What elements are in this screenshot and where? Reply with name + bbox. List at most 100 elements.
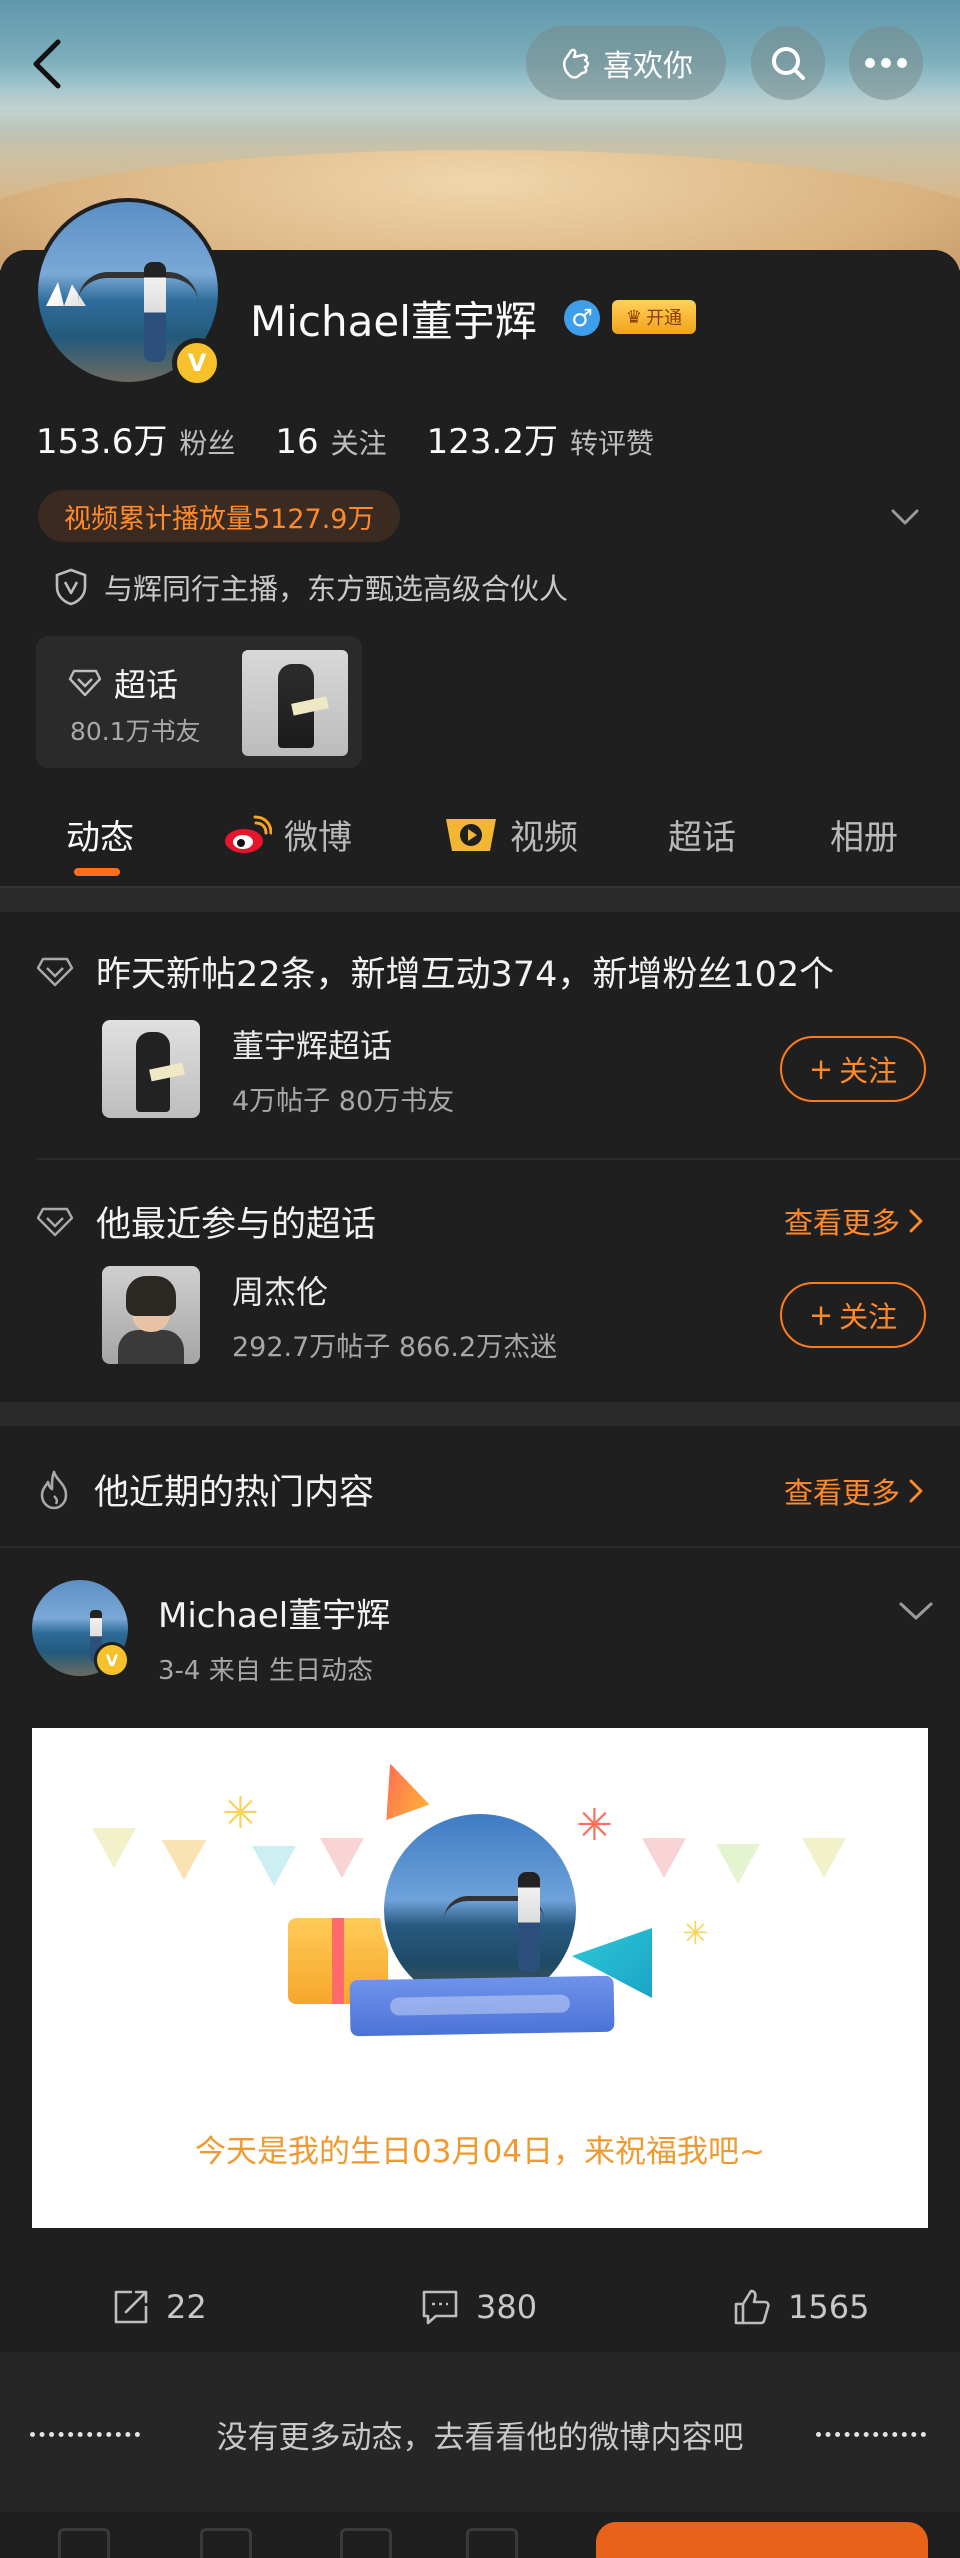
sparkle-icon: ✳	[682, 1914, 709, 1952]
verified-badge-icon: V	[94, 1642, 130, 1678]
bottom-primary-button[interactable]	[596, 2522, 928, 2558]
supertopic-item-name: 董宇辉超话	[232, 1026, 393, 1065]
certification-text: 与辉同行主播，东方甄选高级合伙人	[104, 572, 569, 606]
supertopic-summary-text: 昨天新帖22条，新增互动374，新增粉丝102个	[96, 955, 835, 995]
bottom-icon-4[interactable]	[466, 2528, 518, 2558]
more-label: 查看更多	[783, 1206, 900, 1240]
hand-heart-icon	[563, 48, 590, 79]
stat-following-value: 16	[275, 422, 319, 462]
item-hair	[126, 1276, 176, 1316]
bunting-flag	[802, 1838, 846, 1878]
like-count: 1565	[788, 2288, 870, 2326]
tab-video-label: 视频	[510, 818, 578, 858]
supertopic-list-item[interactable]: 董宇辉超话 4万帖子 80万书友	[102, 1020, 454, 1118]
hot-content-header: 他近期的热门内容	[36, 1464, 374, 1515]
birthday-card-text: 今天是我的生日03月04日，来祝福我吧~	[195, 2134, 765, 2170]
supertopic-list-item[interactable]: 周杰伦 292.7万帖子 866.2万杰迷	[102, 1266, 557, 1364]
more-options-button[interactable]	[849, 26, 923, 100]
thumbs-up-icon	[734, 2289, 770, 2325]
hot-content-more-link[interactable]: 查看更多	[784, 1470, 924, 1512]
birthday-card-image[interactable]: ✳ ✳ ✳ 今天是我的生日03月04日，来祝福我吧~	[32, 1728, 928, 2228]
active-tab-indicator	[74, 868, 120, 876]
tab-supertopic-label: 超话	[668, 818, 736, 858]
tab-dynamics[interactable]: 动态	[66, 810, 134, 859]
certification-row: 与辉同行主播，东方甄选高级合伙人	[54, 566, 568, 608]
follow-supertopic-button[interactable]: + 关注	[780, 1282, 926, 1348]
more-label: 查看更多	[783, 1476, 900, 1510]
supertopic-card[interactable]: 超话 80.1万书友	[36, 636, 362, 768]
supertopic-item-text: 周杰伦 292.7万帖子 866.2万杰迷	[232, 1267, 557, 1364]
supertopic-item-image	[102, 1266, 200, 1364]
more-dots-icon	[865, 58, 907, 68]
bottom-action-bar	[0, 2512, 960, 2558]
party-hat-icon	[368, 1756, 429, 1821]
tab-album-label: 相册	[830, 818, 898, 858]
happy-birthday-ribbon	[349, 1975, 615, 2037]
post-options-chevron-icon[interactable]	[898, 1596, 934, 1626]
stat-following-label: 关注	[330, 427, 387, 460]
chevron-right-icon	[909, 1209, 923, 1233]
bunting-flag	[92, 1828, 136, 1868]
search-button[interactable]	[751, 26, 825, 100]
stat-interactions-label: 转评赞	[569, 427, 654, 460]
bunting-flag	[162, 1840, 206, 1880]
tab-supertopic[interactable]: 超话	[668, 810, 736, 859]
divider	[36, 1158, 960, 1160]
like-you-label: 喜欢你	[603, 49, 693, 84]
stat-interactions[interactable]: 123.2万 转评赞	[427, 414, 654, 463]
stat-fans-value: 153.6万	[36, 422, 168, 462]
video-play-count-badge[interactable]: 视频累计播放量5127.9万	[38, 490, 401, 542]
post-meta: 3-4 来自 生日动态	[158, 1656, 373, 1686]
stat-interactions-value: 123.2万	[426, 422, 558, 462]
follow-label: 关注	[839, 1300, 898, 1334]
supertopic-item-name: 周杰伦	[232, 1272, 329, 1311]
flame-icon	[40, 1470, 68, 1509]
like-button[interactable]: 1565	[732, 2288, 869, 2326]
section-gap	[0, 1402, 960, 1426]
diamond-icon	[36, 1207, 74, 1236]
back-arrow-icon[interactable]	[28, 36, 68, 92]
search-icon	[772, 47, 805, 80]
video-play-icon	[446, 818, 496, 851]
bottom-icon-2[interactable]	[200, 2528, 252, 2558]
stat-following[interactable]: 16 关注	[275, 422, 386, 462]
comment-icon	[422, 2290, 458, 2325]
sparkle-icon: ✳	[576, 1800, 613, 1851]
no-more-footer: 没有更多动态，去看看他的微博内容吧	[0, 2352, 960, 2512]
supertopic-item-meta: 292.7万帖子 866.2万杰迷	[232, 1331, 558, 1363]
hot-content-title: 他近期的热门内容	[94, 1473, 375, 1513]
like-you-button[interactable]: 喜欢你	[526, 26, 726, 100]
avatar-bridge	[78, 272, 198, 302]
supertopic-title: 超话	[68, 660, 178, 706]
stat-fans-label: 粉丝	[179, 427, 236, 460]
bunting-flag	[716, 1844, 760, 1884]
vip-open-label: 开通	[646, 308, 683, 329]
expand-chevron-down-icon[interactable]	[890, 502, 920, 532]
recent-supertopics-title: 他最近参与的超话	[96, 1205, 377, 1245]
comment-count: 380	[476, 2288, 538, 2326]
repost-button[interactable]: 22	[112, 2288, 207, 2326]
tab-video[interactable]: 视频	[444, 810, 578, 859]
repost-icon	[114, 2290, 148, 2324]
repost-count: 22	[166, 2288, 207, 2326]
divider	[0, 1546, 960, 1548]
comment-button[interactable]: 380	[420, 2288, 537, 2326]
crown-icon: ♛	[625, 306, 643, 328]
vip-open-badge[interactable]: ♛ 开通	[612, 300, 696, 334]
bottom-icon-3[interactable]	[340, 2528, 392, 2558]
tab-dynamics-label: 动态	[66, 818, 134, 858]
stat-fans[interactable]: 153.6万 粉丝	[36, 414, 235, 463]
tab-weibo[interactable]: 微博	[222, 810, 352, 859]
tab-album[interactable]: 相册	[830, 810, 898, 859]
supertopic-item-meta: 4万帖子 80万书友	[232, 1085, 455, 1117]
bottom-icon-1[interactable]	[58, 2528, 110, 2558]
profile-name: Michael董宇辉	[250, 297, 537, 346]
post-author-name[interactable]: Michael董宇辉	[158, 1588, 390, 1637]
recent-supertopics-more-link[interactable]: 查看更多	[784, 1200, 924, 1242]
bunting-flag	[642, 1838, 686, 1878]
sparkle-icon: ✳	[222, 1788, 259, 1839]
weibo-logo-icon	[225, 815, 272, 853]
recent-supertopics-header: 他最近参与的超话	[36, 1196, 376, 1247]
follow-supertopic-button[interactable]: + 关注	[780, 1036, 926, 1102]
dotted-divider-right	[816, 2432, 926, 2437]
